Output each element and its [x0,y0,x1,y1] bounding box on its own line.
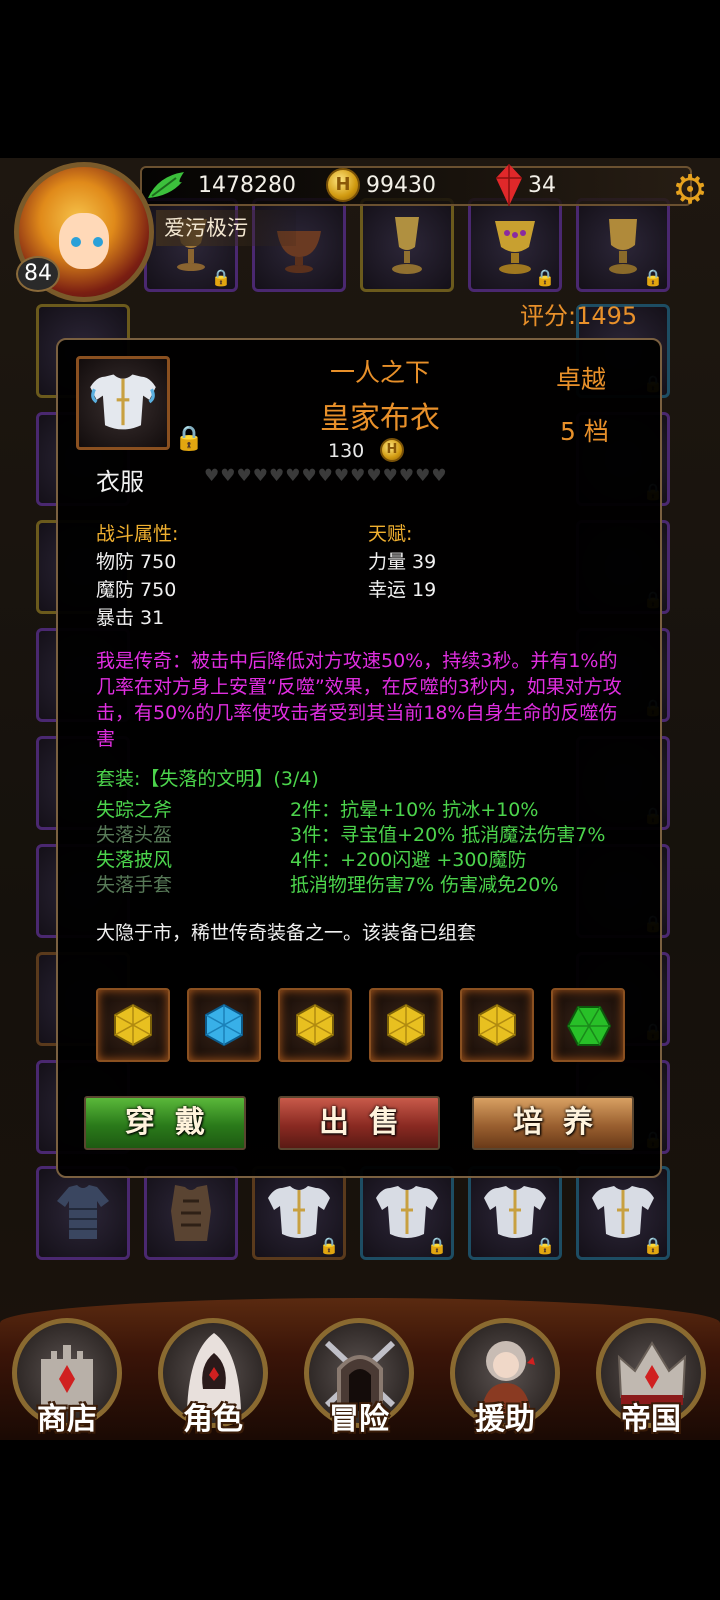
royal-armor-icon [376,1186,438,1238]
red-gem-icon [496,164,522,206]
talent-stats: 天赋: 力量 39 幸运 19 [368,520,436,604]
item-price: 130 [328,440,365,462]
set-bonus: 2件：抗晕+10% 抗冰+10% [290,799,539,821]
item-tier: 5 档 [560,417,609,446]
stat-line: 力量 39 [368,551,437,573]
lock-icon: 🔒 [643,268,663,287]
sell-button[interactable]: 出售 [278,1096,440,1150]
gem-socket[interactable] [187,988,261,1062]
set-bonus-list: 2件：抗晕+10% 抗冰+10% 3件：寻宝值+20% 抵消魔法伤害7% 4件：… [290,798,605,898]
score-label: 评分: [520,302,577,330]
combat-stats: 战斗属性: 物防 750 魔防 750 暴击 31 [96,520,178,632]
inventory-slot[interactable]: 🔒 [468,198,562,292]
lock-icon: 🔒 [211,268,231,287]
talent-heading: 天赋: [368,523,413,545]
lock-icon: 🔒 [319,1236,339,1255]
chalice-icon [392,217,422,274]
game-screen: 🔒 🔒 🔒 🔒 🔒 🔒 🔒 🔒 🔒 🔒 🔒 [0,0,720,1600]
gold-coin-icon: H [326,168,360,202]
item-rank-title: 一人之下 [329,358,430,387]
avatar-eye [93,237,103,247]
legendary-effect-text: 我是传奇：被击中后降低对方攻速50%，持续3秒。并有1%的几率在对方身上安置“反… [96,650,622,750]
topaz-icon [114,1003,152,1047]
equip-button[interactable]: 穿戴 [84,1096,246,1150]
lock-icon: 🔒 [535,1236,555,1255]
gold-value: 99430 [366,173,436,198]
gem-socket[interactable] [96,988,170,1062]
item-icon-frame [76,356,170,450]
inventory-slot[interactable] [144,1166,238,1260]
set-piece-owned: 失落披风 [96,849,173,871]
power-value: 1478280 [198,173,296,198]
inventory-slot[interactable]: 🔒 [360,1166,454,1260]
item-quality: 卓越 [556,365,607,394]
stat-line: 暴击 31 [96,607,165,629]
gem-value: 34 [528,173,556,198]
gem-socket[interactable] [551,988,625,1062]
inventory-slot[interactable]: 🔒 [468,1166,562,1260]
stat-line: 幸运 19 [368,579,437,601]
set-bonus: 4件：+200闪避 +300魔防 [290,849,527,871]
combat-stats-heading: 战斗属性: [96,523,179,545]
item-description: 大隐于市，稀世传奇装备之一。该装备已组套 [96,922,477,944]
inventory-slot[interactable]: 🔒 [576,1166,670,1260]
royal-armor-icon [484,1186,546,1238]
gear-icon[interactable]: ⚙ [668,168,712,212]
player-level-badge: 84 [16,256,60,292]
emerald-icon [566,1006,612,1046]
heart-rating-icon: ♥♥♥♥♥♥♥♥♥♥♥♥♥♥♥ [204,466,448,486]
gem-socket[interactable] [369,988,443,1062]
score-display: 评分:1495 [520,296,637,331]
avatar-eye [71,237,81,247]
topaz-icon [387,1003,425,1047]
cloth-shirt-icon [57,1185,109,1239]
set-piece-missing: 失落手套 [96,874,173,896]
power-wing-icon [148,172,184,198]
stat-line: 魔防 750 [96,579,177,601]
gold-coin-icon: H [380,438,404,462]
nav-assist-label: 援助 [475,1402,535,1437]
inventory-slot[interactable] [360,198,454,292]
nav-shop-label: 商店 [37,1402,97,1437]
royal-armor-icon [592,1186,654,1238]
set-piece-list: 失踪之斧 失落头盔 失落披风 失落手套 [96,798,172,898]
inventory-slot[interactable]: 🔒 [252,1166,346,1260]
gem-socket[interactable] [460,988,534,1062]
sapphire-icon [205,1003,243,1047]
nav-empire-label: 帝国 [621,1402,681,1437]
item-name: 皇家布衣 [320,401,440,436]
stat-line: 物防 750 [96,551,177,573]
topaz-icon [478,1003,516,1047]
nav-adventure-label: 冒险 [329,1402,389,1437]
score-value: 1495 [576,302,638,330]
royal-armor-icon [268,1186,330,1238]
set-piece-missing: 失落头盔 [96,824,173,846]
item-slot-type: 衣服 [96,468,144,496]
set-bonus: 3件：寻宝值+20% 抵消魔法伤害7% [290,824,606,846]
lock-icon: 🔒 [427,1236,447,1255]
lock-icon[interactable]: 🔒 [174,424,204,452]
topaz-icon [296,1003,334,1047]
royal-armor-icon [90,374,156,430]
lock-icon: 🔒 [535,268,555,287]
inventory-slot[interactable]: 🔒 [576,198,670,292]
jeweled-cup-icon [495,221,535,274]
gem-socket[interactable] [278,988,352,1062]
lock-icon: 🔒 [643,1236,663,1255]
nav-character-label: 角色 [183,1402,243,1437]
set-bonus: 抵消物理伤害7% 伤害减免20% [290,874,559,896]
leather-vest-icon [171,1185,211,1241]
set-title: 套装:【失落的文明】(3/4) [96,768,319,790]
inventory-slot[interactable] [36,1166,130,1260]
set-piece-owned: 失踪之斧 [96,799,173,821]
trophy-icon [609,219,637,274]
player-name: 爱污极污 [156,210,296,246]
upgrade-button[interactable]: 培养 [472,1096,634,1150]
